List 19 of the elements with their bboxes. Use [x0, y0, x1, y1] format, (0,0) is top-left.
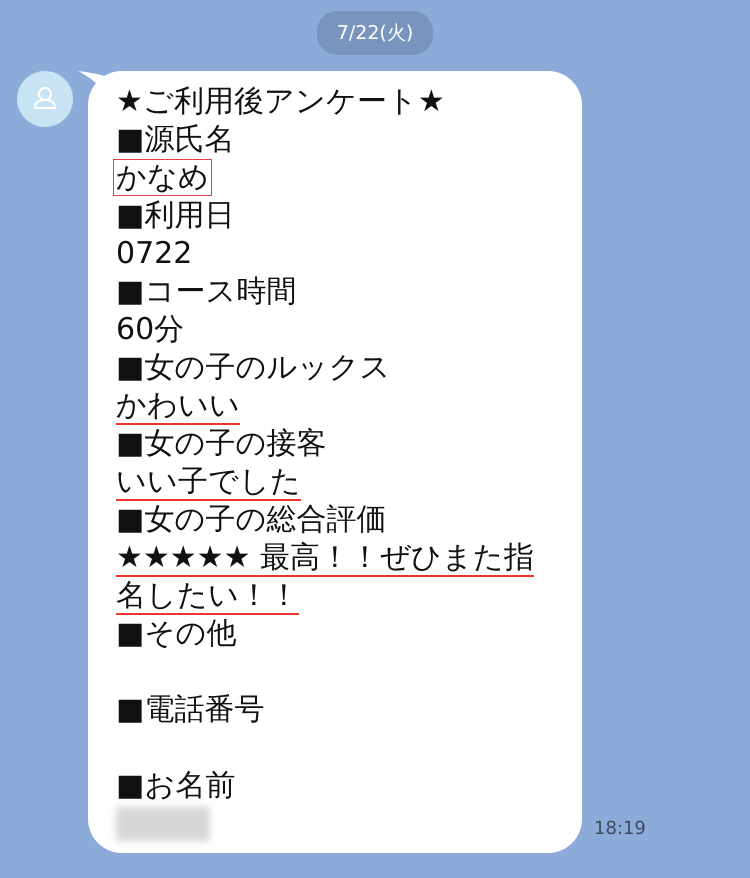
message-text: ■電話番号: [115, 691, 266, 728]
message-text: ■お名前: [115, 767, 236, 804]
avatar-icon[interactable]: [17, 71, 73, 127]
date-chip: 7/22(火): [316, 11, 434, 55]
message-text: ★ご利用後アンケート★: [115, 83, 446, 120]
message-text: ■その他: [115, 615, 238, 652]
message-text: ■女の子の総合評価: [115, 501, 388, 538]
message-text: ★★★★★ 最高！！ぜひまた指名したい！！: [115, 539, 534, 614]
message-text: いい子でした: [115, 463, 302, 500]
message-text: ■コース時間: [115, 273, 298, 310]
message-text: ■利用日: [115, 197, 236, 234]
message-text: ■源氏名: [115, 121, 236, 158]
message-text: 0722: [115, 235, 194, 272]
message-text: かなめ: [113, 159, 212, 196]
message-text: ■女の子のルックス: [115, 349, 392, 386]
message-text: かわいい: [115, 387, 241, 424]
message-time: 18:19: [594, 818, 646, 839]
message-text: ■女の子の接客: [115, 425, 328, 462]
message-text: 60分: [115, 311, 186, 348]
